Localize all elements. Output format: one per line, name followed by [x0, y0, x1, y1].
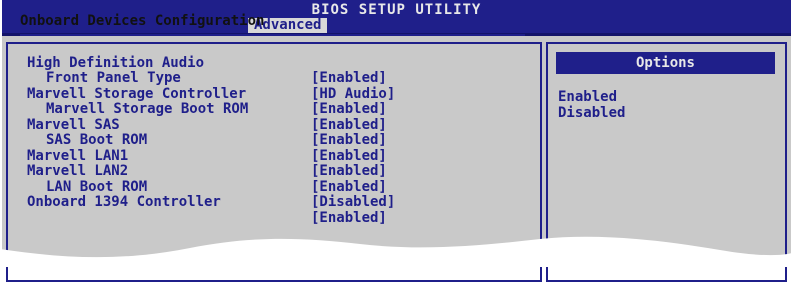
bios-screen: BIOS SETUP UTILITY Advanced Onboard Devi… [0, 0, 795, 282]
torn-paper-edge [0, 236, 795, 267]
